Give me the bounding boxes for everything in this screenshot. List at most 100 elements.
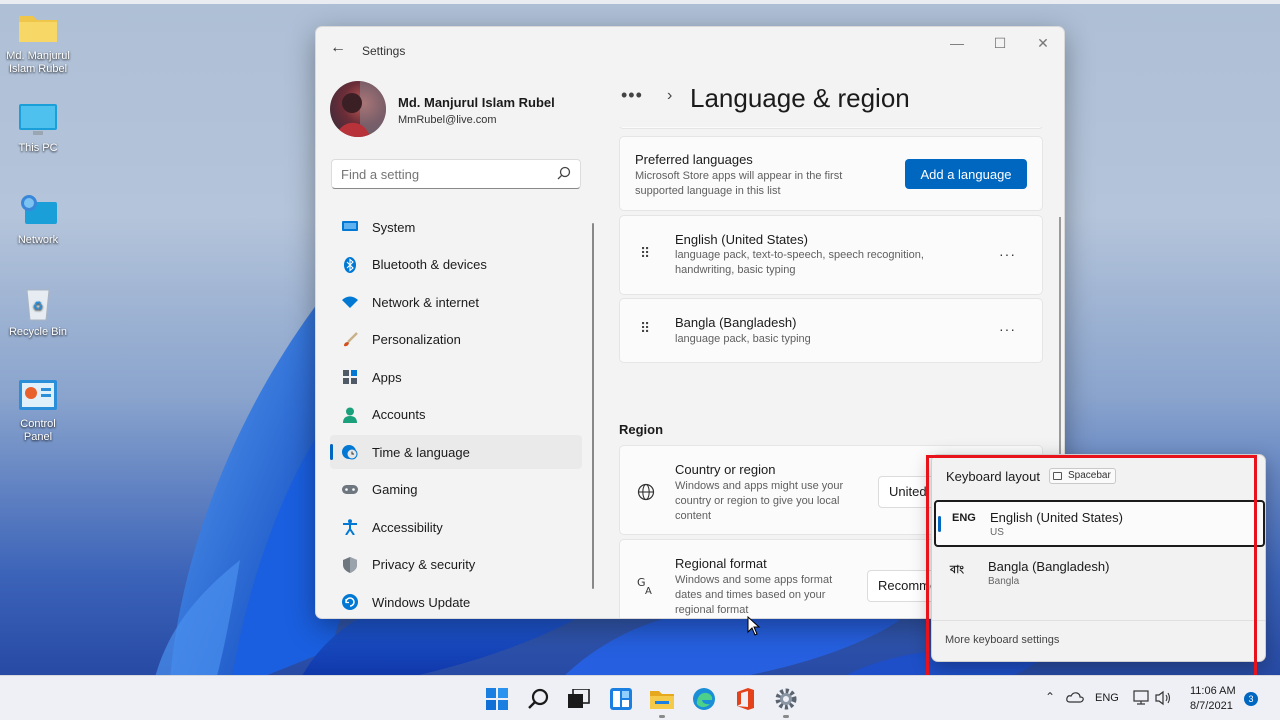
nav-label: Accessibility xyxy=(372,519,443,535)
network-status-icon[interactable] xyxy=(1133,690,1151,711)
nav-label: Privacy & security xyxy=(372,557,476,572)
settings-search[interactable] xyxy=(331,159,581,189)
desktop-icon-network[interactable]: Network xyxy=(6,194,70,247)
desktop-icon-label: This PC xyxy=(18,142,58,154)
language-item[interactable]: ⠿ Bangla (Bangladesh) language pack, bas… xyxy=(619,298,1043,363)
title-bar: ← Settings — ☐ ✕ xyxy=(316,27,1064,71)
breadcrumb-overflow[interactable]: ••• xyxy=(621,85,643,106)
folder-icon xyxy=(17,10,59,46)
page-title: Language & region xyxy=(690,83,910,113)
onedrive-icon[interactable] xyxy=(1066,690,1084,708)
running-indicator xyxy=(659,715,665,718)
task-view-icon[interactable] xyxy=(566,686,592,712)
notification-badge[interactable]: 3 xyxy=(1244,692,1258,706)
more-keyboard-settings-link[interactable]: More keyboard settings xyxy=(945,634,1059,646)
nav-item-system[interactable]: System xyxy=(330,210,582,244)
update-icon xyxy=(342,594,358,610)
desktop-icon-control-panel[interactable]: Control Panel xyxy=(6,378,70,444)
language-name: Bangla (Bangladesh) xyxy=(675,315,797,330)
monitor-icon xyxy=(17,102,59,138)
widgets-icon[interactable] xyxy=(608,686,634,712)
nav-label: System xyxy=(372,219,416,235)
input-language-indicator[interactable]: ENG xyxy=(1095,692,1119,704)
nav-label: Time & language xyxy=(372,444,470,460)
preferred-languages-title: Preferred languages xyxy=(635,152,753,167)
user-name: Md. Manjurul Islam Rubel xyxy=(398,95,555,110)
layout-option-bangla[interactable]: বাং Bangla (Bangladesh) Bangla xyxy=(934,551,1265,598)
office-icon[interactable] xyxy=(732,686,758,712)
globe-clock-icon xyxy=(342,444,358,460)
language-features: language pack, text-to-speech, speech re… xyxy=(675,249,924,276)
format-title: Regional format xyxy=(675,556,767,571)
more-options-icon[interactable]: ··· xyxy=(999,246,1016,262)
nav-item-network[interactable]: Network & internet xyxy=(330,285,582,319)
layout-option-english[interactable]: ENG English (United States) US xyxy=(934,500,1265,547)
desktop-icon-user-folder[interactable]: Md. Manjurul Islam Rubel xyxy=(6,10,70,76)
nav-item-privacy[interactable]: Privacy & security xyxy=(330,548,582,582)
language-item[interactable]: ⠿ English (United States) language pack,… xyxy=(619,215,1043,295)
nav-item-bluetooth[interactable]: Bluetooth & devices xyxy=(330,248,582,282)
content-scrollbar[interactable] xyxy=(1059,217,1061,477)
nav-item-gaming[interactable]: Gaming xyxy=(330,473,582,507)
shortcut-key: Spacebar xyxy=(1068,470,1111,481)
settings-nav: System Bluetooth & devices Network & int… xyxy=(330,210,582,618)
divider xyxy=(932,620,1265,621)
layout-code: ENG xyxy=(952,512,976,524)
running-indicator xyxy=(783,715,789,718)
desktop-icon-label: Network xyxy=(17,234,59,246)
add-language-button[interactable]: Add a language xyxy=(905,159,1027,189)
layout-name: English (United States) xyxy=(990,510,1123,525)
format-description: Windows and some apps format dates and t… xyxy=(675,574,833,616)
top-window-edge xyxy=(0,0,1280,4)
desktop-icon-recycle-bin[interactable]: ♻ Recycle Bin xyxy=(6,286,70,339)
language-name: English (United States) xyxy=(675,232,808,247)
edge-icon[interactable] xyxy=(691,686,717,712)
layout-code: বাং xyxy=(950,564,965,576)
apps-icon xyxy=(342,369,358,385)
search-icon[interactable] xyxy=(525,686,551,712)
search-input[interactable] xyxy=(332,160,542,188)
nav-label: Bluetooth & devices xyxy=(372,257,487,272)
nav-item-windows-update[interactable]: Windows Update xyxy=(330,585,582,618)
globe-icon xyxy=(637,483,655,506)
windows-key-icon xyxy=(1053,472,1062,480)
drag-handle-icon[interactable]: ⠿ xyxy=(640,321,650,335)
settings-icon[interactable] xyxy=(773,686,799,712)
back-arrow-icon[interactable]: ← xyxy=(330,39,346,57)
nav-label: Gaming xyxy=(372,482,418,497)
nav-label: Personalization xyxy=(372,332,461,347)
nav-item-personalization[interactable]: Personalization xyxy=(330,323,582,357)
nav-label: Network & internet xyxy=(372,294,479,310)
drag-handle-icon[interactable]: ⠿ xyxy=(640,246,650,260)
bluetooth-icon xyxy=(342,256,358,273)
nav-item-apps[interactable]: Apps xyxy=(330,360,582,394)
file-explorer-icon[interactable] xyxy=(649,686,675,712)
start-icon[interactable] xyxy=(484,686,510,712)
volume-icon[interactable] xyxy=(1155,690,1173,711)
nav-item-accessibility[interactable]: Accessibility xyxy=(330,510,582,544)
chevron-up-icon[interactable]: ⌃ xyxy=(1045,690,1055,704)
maximize-icon[interactable]: ☐ xyxy=(985,35,1015,52)
language-features: language pack, basic typing xyxy=(675,333,811,345)
svg-text:♻: ♻ xyxy=(33,299,44,313)
person-icon xyxy=(342,407,358,423)
close-icon[interactable]: ✕ xyxy=(1028,35,1058,52)
gamepad-icon xyxy=(342,482,358,498)
clock-date[interactable]: 8/7/2021 xyxy=(1190,700,1233,712)
preferred-languages-description: Microsoft Store apps will appear in the … xyxy=(635,170,843,197)
nav-label: Windows Update xyxy=(372,594,471,610)
window-title: Settings xyxy=(362,44,406,58)
user-email: MmRubel@live.com xyxy=(398,114,497,126)
accessibility-icon xyxy=(342,519,358,535)
more-options-icon[interactable]: ··· xyxy=(999,321,1016,337)
minimize-icon[interactable]: — xyxy=(942,35,972,51)
nav-item-time-language[interactable]: Time & language xyxy=(330,435,582,469)
shield-icon xyxy=(342,556,358,573)
desktop-icon-this-pc[interactable]: This PC xyxy=(6,102,70,155)
nav-item-accounts[interactable]: Accounts xyxy=(330,398,582,432)
nav-scrollbar[interactable] xyxy=(592,223,594,589)
desktop-icon-label: Recycle Bin xyxy=(8,326,68,338)
clock-time[interactable]: 11:06 AM xyxy=(1190,685,1236,697)
search-icon[interactable] xyxy=(557,166,571,185)
layout-sub: US xyxy=(990,527,1004,538)
